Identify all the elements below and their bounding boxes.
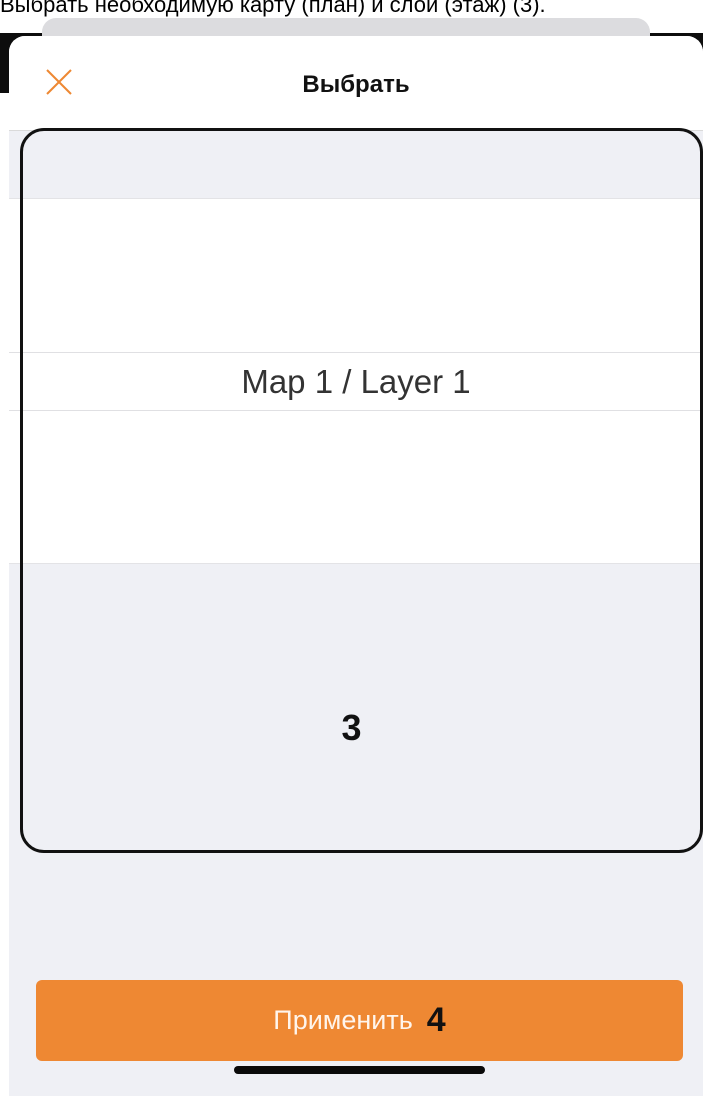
picker-selected-item[interactable]: Map 1 / Layer 1 xyxy=(9,353,703,410)
sheet-title: Выбрать xyxy=(302,71,410,98)
map-layer-picker[interactable]: Map 1 / Layer 1 xyxy=(9,198,703,564)
select-sheet: Выбрать Map 1 / Layer 1 xyxy=(9,36,703,1096)
close-icon xyxy=(46,69,72,95)
apply-button[interactable]: Применить 4 xyxy=(36,980,683,1061)
annotation-number-3: 3 xyxy=(341,707,362,748)
annotation-number-4: 4 xyxy=(426,1001,446,1039)
close-button[interactable] xyxy=(37,60,81,104)
document-caption: Выбрать необходимую карту (план) и слой … xyxy=(0,0,546,17)
screen: Выбрать необходимую карту (план) и слой … xyxy=(0,0,703,1109)
picker-selection-bottom-line xyxy=(9,410,703,411)
sheet-header: Выбрать xyxy=(9,36,703,131)
home-indicator[interactable] xyxy=(234,1066,485,1074)
apply-button-label: Применить xyxy=(273,1005,413,1035)
